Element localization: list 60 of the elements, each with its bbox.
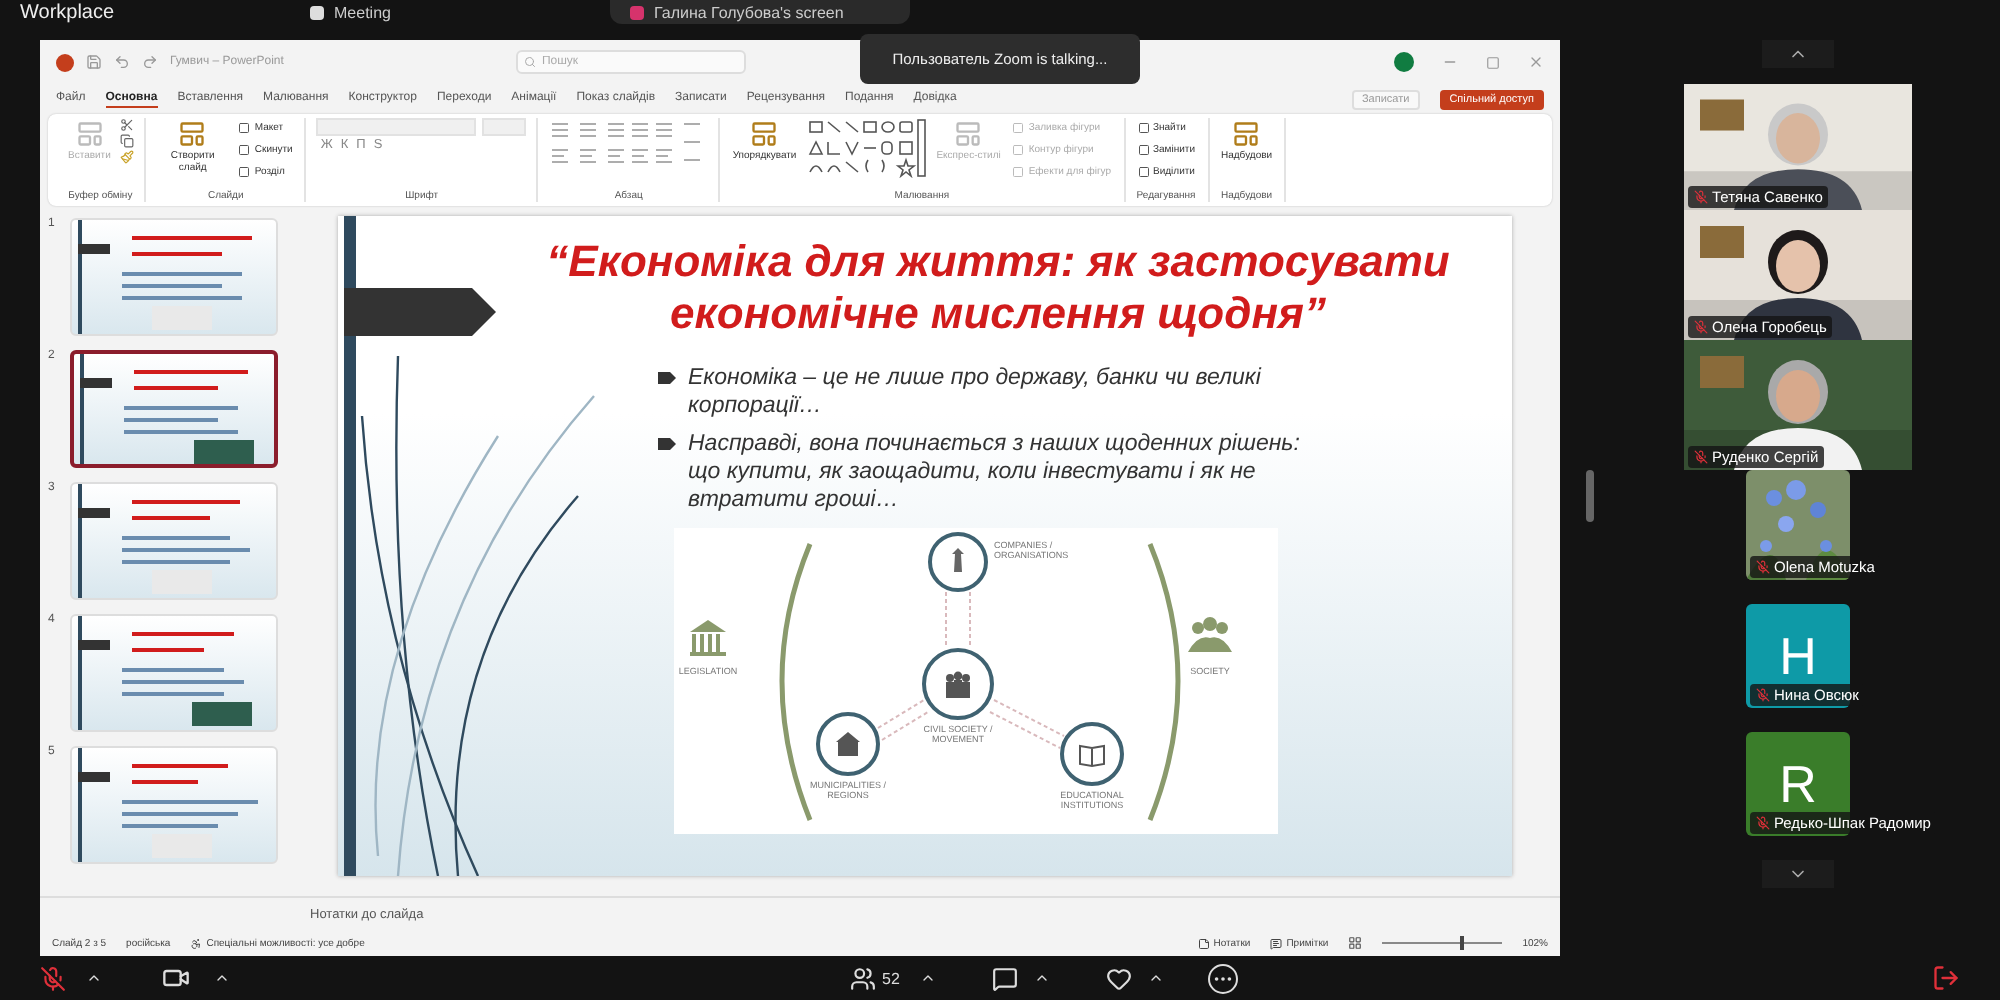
diagram-node bbox=[922, 647, 994, 720]
group-icon bbox=[1188, 616, 1232, 652]
columns-icon bbox=[690, 619, 726, 656]
font-name-field[interactable] bbox=[316, 118, 477, 136]
layout-icon bbox=[1232, 120, 1261, 148]
square-icon bbox=[1012, 122, 1025, 134]
square-icon bbox=[238, 122, 251, 134]
meeting-tab[interactable]: Meeting bbox=[290, 0, 610, 24]
layout-icon bbox=[954, 120, 983, 148]
bullet-icon bbox=[658, 371, 676, 384]
layout-icon bbox=[750, 120, 779, 148]
close-icon[interactable] bbox=[1528, 54, 1544, 70]
more-button[interactable] bbox=[1207, 963, 1238, 993]
shapes-gallery-drawing[interactable] bbox=[806, 118, 927, 178]
scissors-icon bbox=[120, 118, 135, 132]
view-icon[interactable] bbox=[1348, 936, 1363, 950]
copy-icon bbox=[120, 134, 135, 148]
people-icon bbox=[850, 965, 876, 991]
heart-icon[interactable] bbox=[1105, 965, 1132, 991]
slider-thumb[interactable] bbox=[1460, 936, 1465, 950]
participants-button[interactable]: 52 bbox=[850, 965, 900, 991]
note-icon bbox=[1197, 937, 1210, 949]
slide-thumbnail[interactable] bbox=[70, 350, 278, 468]
caret-icon[interactable] bbox=[86, 970, 102, 986]
square-icon bbox=[1012, 166, 1025, 178]
brush-icon bbox=[120, 150, 135, 164]
bullet-icon bbox=[658, 437, 676, 450]
accessibility-icon bbox=[190, 937, 203, 949]
save-icon[interactable] bbox=[86, 54, 102, 70]
app-logo-icon bbox=[56, 53, 74, 71]
meeting-tab[interactable]: Галина Голубова's screen bbox=[610, 0, 910, 24]
square-icon bbox=[1012, 144, 1025, 156]
leave-icon[interactable] bbox=[1932, 964, 1960, 992]
muted-mic-icon[interactable] bbox=[40, 965, 66, 991]
comment-icon bbox=[1270, 937, 1283, 949]
slide-title: “Економіка для життя: як застосувати економічне мислення щодня” bbox=[544, 236, 1452, 340]
square-icon bbox=[238, 166, 251, 178]
font-size-field[interactable] bbox=[482, 118, 527, 136]
layout-icon bbox=[75, 120, 104, 148]
square-icon bbox=[1137, 166, 1149, 178]
app-name: Workplace bbox=[20, 2, 117, 24]
bullet-text: Насправді, вона починається з наших щоденних рішень: що купити, як заощадити, коли інвестувати і як не втратити гроші… bbox=[688, 429, 1302, 516]
undo-icon[interactable] bbox=[114, 54, 130, 70]
redo-icon[interactable] bbox=[142, 54, 158, 70]
search-icon bbox=[523, 56, 536, 68]
caret-icon[interactable] bbox=[214, 970, 230, 986]
square-icon bbox=[1137, 144, 1149, 156]
square-icon bbox=[1137, 122, 1149, 134]
caret-icon[interactable] bbox=[1033, 970, 1050, 986]
square-icon bbox=[238, 144, 251, 156]
user-avatar[interactable] bbox=[1394, 52, 1414, 72]
chat-icon[interactable] bbox=[991, 965, 1018, 991]
layout-icon bbox=[178, 120, 207, 148]
diagram-node bbox=[816, 711, 880, 776]
caret-icon[interactable] bbox=[919, 970, 936, 986]
scroll-bar[interactable] bbox=[1586, 470, 1594, 522]
diagram-node bbox=[1060, 721, 1124, 786]
video-camera-icon[interactable] bbox=[162, 964, 190, 992]
bullet-text: Економіка – це не лише про державу, банки чи великі корпорації… bbox=[688, 363, 1264, 422]
caret-icon[interactable] bbox=[1147, 970, 1164, 986]
